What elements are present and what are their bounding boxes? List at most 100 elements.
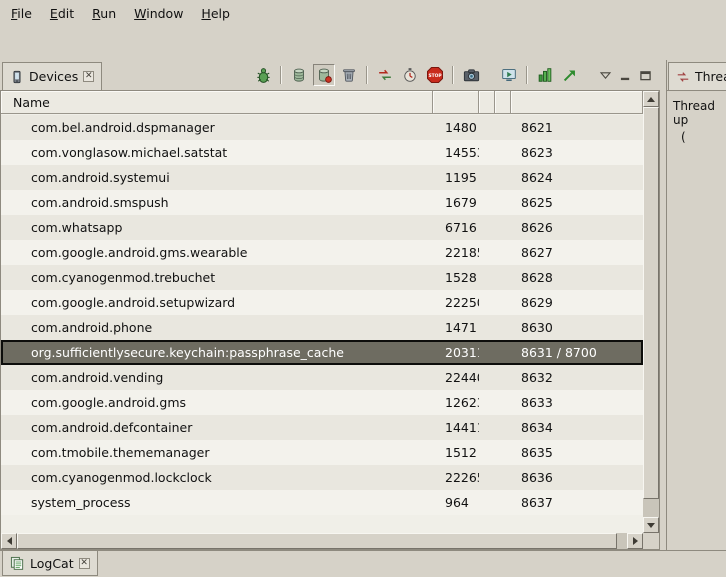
threads-icon [676, 70, 690, 84]
process-pid: 22185 [433, 245, 479, 260]
process-pid: 1528 [433, 270, 479, 285]
process-port: 8625 [511, 195, 643, 210]
table-row[interactable]: com.android.smspush 1679 8625 [1, 190, 643, 215]
table-row[interactable]: com.vonglasow.michael.satstat 14553 8623 [1, 140, 643, 165]
horizontal-scrollbar-thumb[interactable] [17, 533, 617, 549]
process-pid: 14553 [433, 145, 479, 160]
menu-file[interactable]: File [2, 2, 41, 25]
scroll-up-icon[interactable] [643, 91, 659, 107]
scroll-right-icon[interactable] [627, 533, 643, 549]
table-row[interactable]: com.google.android.gms.wearable 22185 86… [1, 240, 643, 265]
devices-tab-bar: Devices ✕ [0, 60, 660, 90]
table-row[interactable]: com.android.systemui 1195 8624 [1, 165, 643, 190]
threads-message-line1: Thread up [673, 99, 726, 127]
tab-threads-label: Threa [695, 69, 726, 84]
horizontal-scrollbar[interactable] [1, 533, 643, 549]
process-name: com.android.defcontainer [1, 420, 433, 435]
table-row[interactable]: com.cyanogenmod.trebuchet 1528 8628 [1, 265, 643, 290]
column-header-spacer2[interactable] [495, 91, 511, 113]
minimize-icon[interactable] [617, 67, 634, 83]
table-row[interactable]: com.android.defcontainer 14411 8634 [1, 415, 643, 440]
menu-help[interactable]: Help [192, 2, 239, 25]
threads-panel: Threa Thread up ( [666, 60, 726, 550]
process-name: com.android.vending [1, 370, 433, 385]
process-pid: 20311 [433, 345, 479, 360]
tab-logcat-label: LogCat [30, 556, 74, 571]
vertical-scrollbar-thumb[interactable] [643, 107, 659, 499]
close-icon[interactable]: ✕ [83, 71, 94, 82]
table-row[interactable]: com.whatsapp 6716 8626 [1, 215, 643, 240]
close-icon[interactable]: ✕ [79, 558, 90, 569]
process-name: com.tmobile.thememanager [1, 445, 433, 460]
cause-gc-icon[interactable] [338, 64, 360, 86]
table-row[interactable]: com.google.android.setupwizard 22250 862… [1, 290, 643, 315]
debug-process-icon[interactable] [252, 64, 274, 86]
devices-toolbar: STOP [252, 64, 660, 86]
threads-message-line2: ( [681, 130, 726, 144]
process-name: com.vonglasow.michael.satstat [1, 145, 433, 160]
vertical-scrollbar[interactable] [643, 91, 659, 533]
process-pid: 22440 [433, 370, 479, 385]
process-pid: 22265 [433, 470, 479, 485]
process-pid: 1195 [433, 170, 479, 185]
process-pid: 1471 [433, 320, 479, 335]
screen-capture-icon[interactable] [460, 64, 482, 86]
toolbar-separator [452, 66, 454, 84]
tab-logcat[interactable]: LogCat ✕ [2, 551, 98, 576]
process-port: 8629 [511, 295, 643, 310]
update-heap-icon[interactable] [288, 64, 310, 86]
logcat-icon [10, 556, 25, 571]
process-pid: 1679 [433, 195, 479, 210]
table-row[interactable]: com.android.vending 22440 8632 [1, 365, 643, 390]
toolbar-separator [280, 66, 282, 84]
process-pid: 1480 [433, 120, 479, 135]
svg-text:STOP: STOP [428, 73, 442, 79]
process-pid: 12623 [433, 395, 479, 410]
process-port: 8633 [511, 395, 643, 410]
tab-threads[interactable]: Threa [668, 62, 726, 90]
process-port: 8636 [511, 470, 643, 485]
process-pid: 6716 [433, 220, 479, 235]
threads-tab-bar: Threa [667, 60, 726, 90]
process-port: 8635 [511, 445, 643, 460]
process-port: 8630 [511, 320, 643, 335]
column-header-pid[interactable] [433, 91, 479, 113]
table-row[interactable]: com.cyanogenmod.lockclock 22265 8636 [1, 465, 643, 490]
table-row[interactable]: com.android.phone 1471 8630 [1, 315, 643, 340]
menu-run[interactable]: Run [83, 2, 125, 25]
table-row[interactable]: com.bel.android.dspmanager 1480 8621 [1, 115, 643, 140]
column-header-spacer1[interactable] [479, 91, 495, 113]
start-monitor-icon[interactable] [559, 64, 581, 86]
stop-process-icon[interactable]: STOP [424, 64, 446, 86]
menu-edit[interactable]: Edit [41, 2, 83, 25]
process-name: com.cyanogenmod.trebuchet [1, 270, 433, 285]
column-header-port[interactable] [511, 91, 643, 113]
table-row[interactable]: system_process 964 8637 [1, 490, 643, 515]
table-row[interactable]: com.tmobile.thememanager 1512 8635 [1, 440, 643, 465]
column-header-name[interactable]: Name [1, 91, 433, 113]
capture-video-icon[interactable] [498, 64, 520, 86]
tab-devices-label: Devices [29, 69, 78, 84]
table-header: Name [1, 91, 643, 114]
method-profiling-icon[interactable] [399, 64, 421, 86]
ddms-window: File Edit Run Window Help Devices ✕ [0, 0, 726, 577]
process-name: org.sufficientlysecure.keychain:passphra… [1, 345, 433, 360]
table-row[interactable]: com.google.android.gms 12623 8633 [1, 390, 643, 415]
dump-hprof-icon[interactable] [313, 64, 335, 86]
network-stats-icon[interactable] [534, 64, 556, 86]
menu-window[interactable]: Window [125, 2, 192, 25]
toolbar-separator [526, 66, 528, 84]
menubar: File Edit Run Window Help [0, 0, 726, 26]
update-threads-icon[interactable] [374, 64, 396, 86]
view-menu-icon[interactable] [597, 67, 614, 83]
process-name: com.bel.android.dspmanager [1, 120, 433, 135]
process-port: 8626 [511, 220, 643, 235]
scroll-down-icon[interactable] [643, 517, 659, 533]
bottom-view-strip: LogCat ✕ [0, 550, 726, 577]
scroll-left-icon[interactable] [1, 533, 17, 549]
devices-table: Name com.bel.android.dspmanager 1480 862… [0, 90, 660, 550]
table-row[interactable]: org.sufficientlysecure.keychain:passphra… [1, 340, 643, 365]
threads-content: Thread up ( [667, 90, 726, 550]
tab-devices[interactable]: Devices ✕ [2, 62, 102, 90]
maximize-icon[interactable] [637, 67, 654, 83]
